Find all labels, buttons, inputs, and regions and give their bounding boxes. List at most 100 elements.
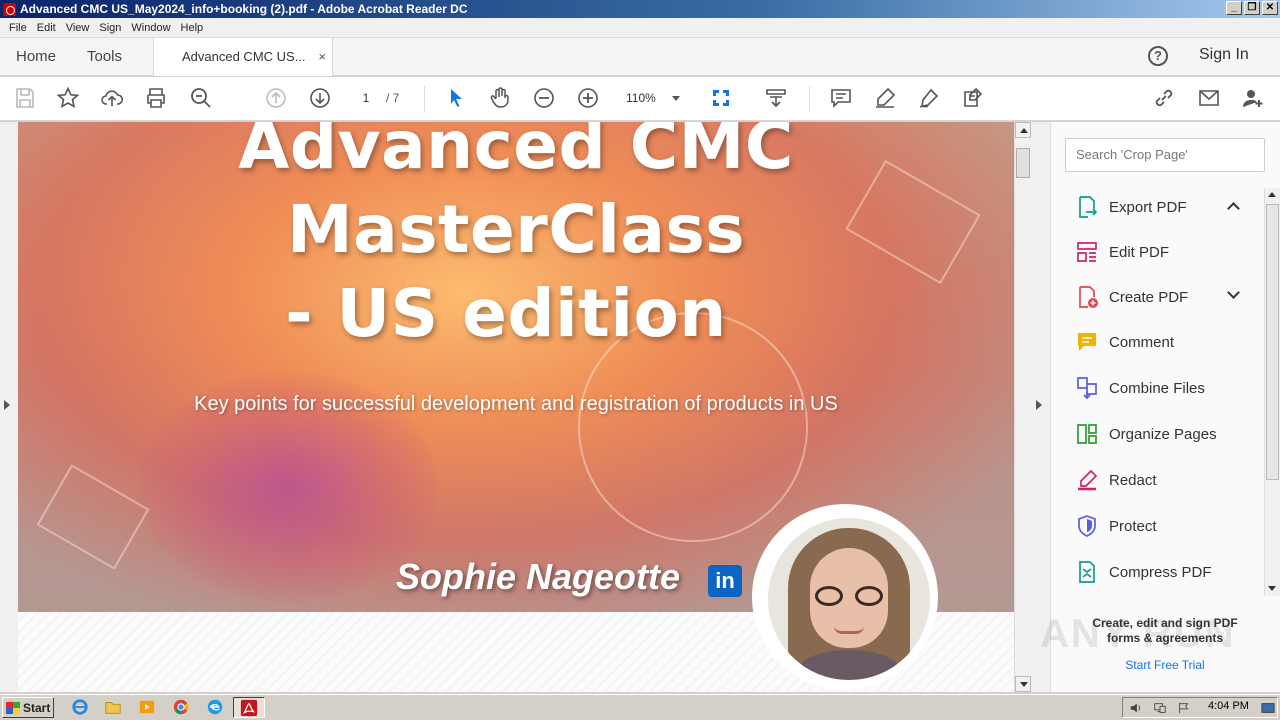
tool-organize-pages[interactable]: Organize Pages [1066,414,1250,454]
menu-bar: File Edit View Sign Window Help [0,18,1280,38]
chrome-icon[interactable] [171,698,191,716]
volume-icon[interactable] [1129,701,1143,715]
chevron-down-icon[interactable] [1227,286,1240,299]
sign-pen-icon[interactable] [915,84,943,112]
promo-line-1: Create, edit and sign PDF [1092,616,1238,630]
tool-label: Organize Pages [1109,425,1217,443]
tools-pane-scrollbar[interactable] [1264,188,1280,596]
close-tab-icon[interactable]: × [318,38,326,76]
minimize-button[interactable]: _ [1226,1,1242,15]
scroll-down-arrow[interactable] [1015,676,1031,692]
help-icon[interactable]: ? [1148,46,1168,66]
system-tray [1122,697,1278,718]
action-center-flag-icon[interactable] [1177,701,1191,715]
save-icon[interactable] [11,84,39,112]
tool-create-pdf[interactable]: Create PDF [1066,277,1250,317]
tool-export-pdf[interactable]: Export PDF [1066,187,1250,227]
tool-compress-pdf[interactable]: Compress PDF [1066,552,1250,592]
promo-text: Create, edit and sign PDF forms & agreem… [1066,616,1264,646]
chevron-up-icon[interactable] [1227,202,1240,215]
acrobat-app-icon [3,2,16,16]
email-icon[interactable] [1195,84,1223,112]
bookmark-star-icon[interactable] [54,84,82,112]
zoom-in-icon[interactable] [574,84,602,112]
start-free-trial-link[interactable]: Start Free Trial [1066,658,1264,672]
tool-comment[interactable]: Comment [1066,322,1250,362]
add-user-icon[interactable] [1239,84,1267,112]
tab-document[interactable]: Advanced CMC US... × [153,38,333,76]
presenter-name: Sophie Nageotte [396,556,681,597]
toolbar-divider [424,86,425,112]
tab-tools[interactable]: Tools [87,38,122,75]
photo-mouth [834,626,864,634]
menu-view[interactable]: View [61,22,95,34]
file-explorer-icon[interactable] [103,698,123,716]
right-panel-collapse-icon[interactable] [1036,400,1042,410]
page-number-input[interactable]: 1 [352,87,380,109]
presenter-photo [768,518,930,680]
pdf-page[interactable]: Advanced CMC MasterClass - US edition Ke… [18,122,1014,692]
previous-page-icon[interactable] [262,84,290,112]
zoom-out-icon[interactable] [530,84,558,112]
tools-scrollbar-thumb[interactable] [1266,204,1279,480]
left-panel-expand-icon[interactable] [4,400,10,410]
menu-help[interactable]: Help [176,22,209,34]
organize-pages-icon [1074,421,1100,447]
highlight-pen-icon[interactable] [871,84,899,112]
media-player-icon[interactable] [137,698,157,716]
doc-subtitle: Key points for successful development an… [194,393,838,415]
start-button[interactable]: Start [2,697,54,718]
tool-redact[interactable]: Redact [1066,460,1250,500]
scroll-mode-icon[interactable] [762,84,790,112]
tools-scroll-up-arrow[interactable] [1265,188,1280,202]
protect-icon [1074,513,1100,539]
tool-protect[interactable]: Protect [1066,506,1250,546]
edge-icon[interactable] [205,698,225,716]
tool-combine-files[interactable]: Combine Files [1066,368,1250,408]
redact-icon [1074,467,1100,493]
menu-sign[interactable]: Sign [94,22,126,34]
doc-title-line-3: - US edition [285,275,727,352]
photo-glasses [815,586,843,606]
comment-tool-icon[interactable] [827,84,855,112]
hand-tool-icon[interactable] [486,84,514,112]
fit-page-icon[interactable] [707,84,735,112]
tab-home[interactable]: Home [16,38,56,75]
internet-explorer-icon[interactable] [70,698,90,716]
restore-button[interactable]: ❐ [1244,1,1260,15]
doc-title-line-2: MasterClass [286,191,746,268]
select-cursor-icon[interactable] [442,84,470,112]
edit-pdf-icon [1074,239,1100,265]
menu-file[interactable]: File [4,22,32,34]
create-pdf-icon [1074,284,1100,310]
window-title-bar: Advanced CMC US_May2024_info+booking (2)… [0,0,1280,18]
close-window-button[interactable]: ✕ [1262,1,1278,15]
window-controls: _ ❐ ✕ [1226,1,1278,15]
comment-icon [1074,329,1100,355]
scrollbar-thumb[interactable] [1016,148,1030,178]
menu-edit[interactable]: Edit [32,22,61,34]
page-total: / 7 [386,91,400,105]
tool-label: Combine Files [1109,379,1205,397]
hexagon-decoration [36,464,150,570]
scroll-up-arrow[interactable] [1015,122,1031,138]
share-link-icon[interactable] [1150,84,1178,112]
next-page-icon[interactable] [306,84,334,112]
windows-taskbar [0,694,1280,720]
fill-sign-icon[interactable] [959,84,987,112]
print-icon[interactable] [142,84,170,112]
menu-window[interactable]: Window [126,22,175,34]
zoom-search-icon[interactable] [187,84,215,112]
network-icon[interactable] [1153,701,1167,715]
linkedin-icon[interactable]: in [708,565,742,597]
sign-in-link[interactable]: Sign In [1199,46,1249,64]
tool-search-input[interactable]: Search 'Crop Page' [1065,138,1265,172]
upload-cloud-icon[interactable] [98,84,126,112]
tools-scroll-down-arrow[interactable] [1265,582,1280,596]
show-desktop-icon[interactable] [1261,701,1275,715]
document-scrollbar[interactable] [1014,122,1031,692]
acrobat-taskbar-button[interactable] [233,697,265,718]
zoom-level-dropdown[interactable]: 110% [620,87,684,109]
tool-edit-pdf[interactable]: Edit PDF [1066,232,1250,272]
windows-flag-icon [6,701,20,714]
